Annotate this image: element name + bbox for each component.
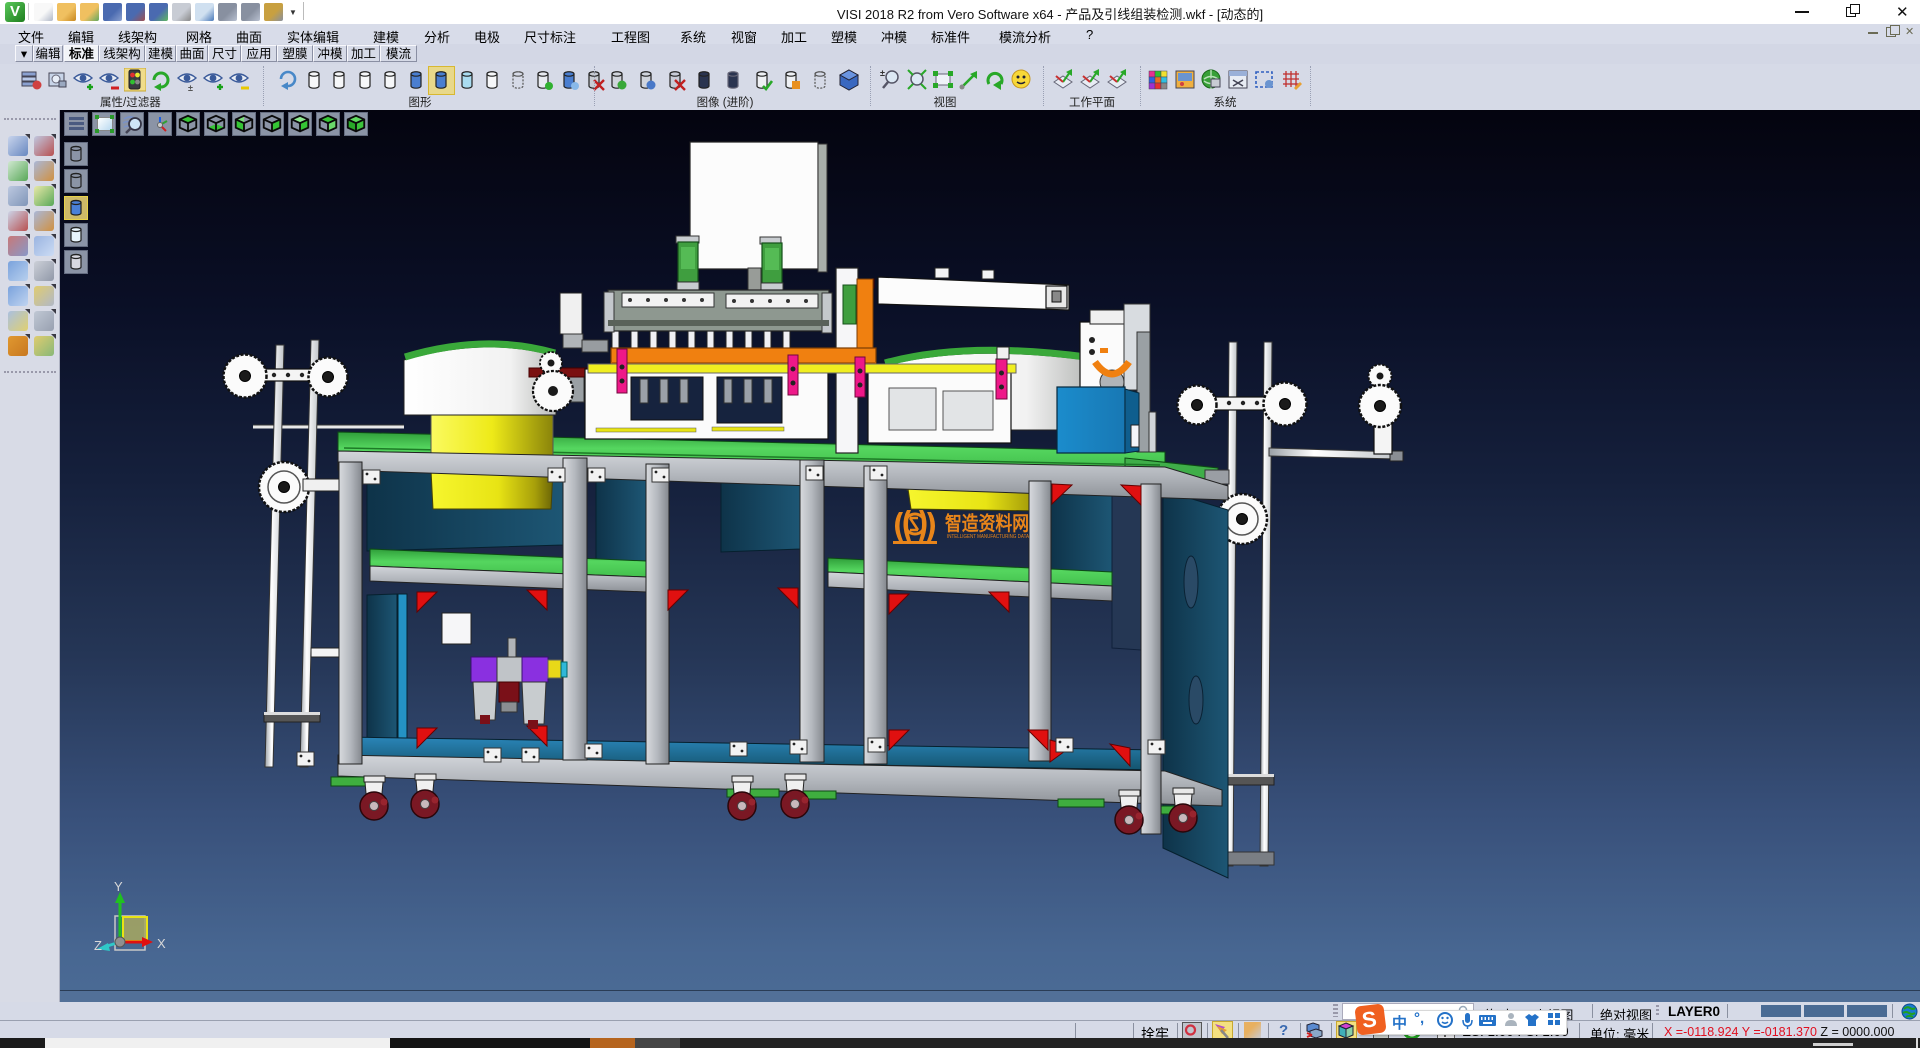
- svg-text:INTELLIGENT MANUFACTURING DATA: INTELLIGENT MANUFACTURING DATA: [947, 534, 1029, 540]
- svg-text:Z: Z: [94, 938, 102, 953]
- svg-text:±: ±: [188, 83, 193, 92]
- svg-text:智造资料网: 智造资料网: [945, 512, 1029, 535]
- svg-text:±: ±: [880, 68, 885, 78]
- svg-text:X: X: [157, 936, 166, 951]
- svg-text:Y: Y: [114, 879, 123, 894]
